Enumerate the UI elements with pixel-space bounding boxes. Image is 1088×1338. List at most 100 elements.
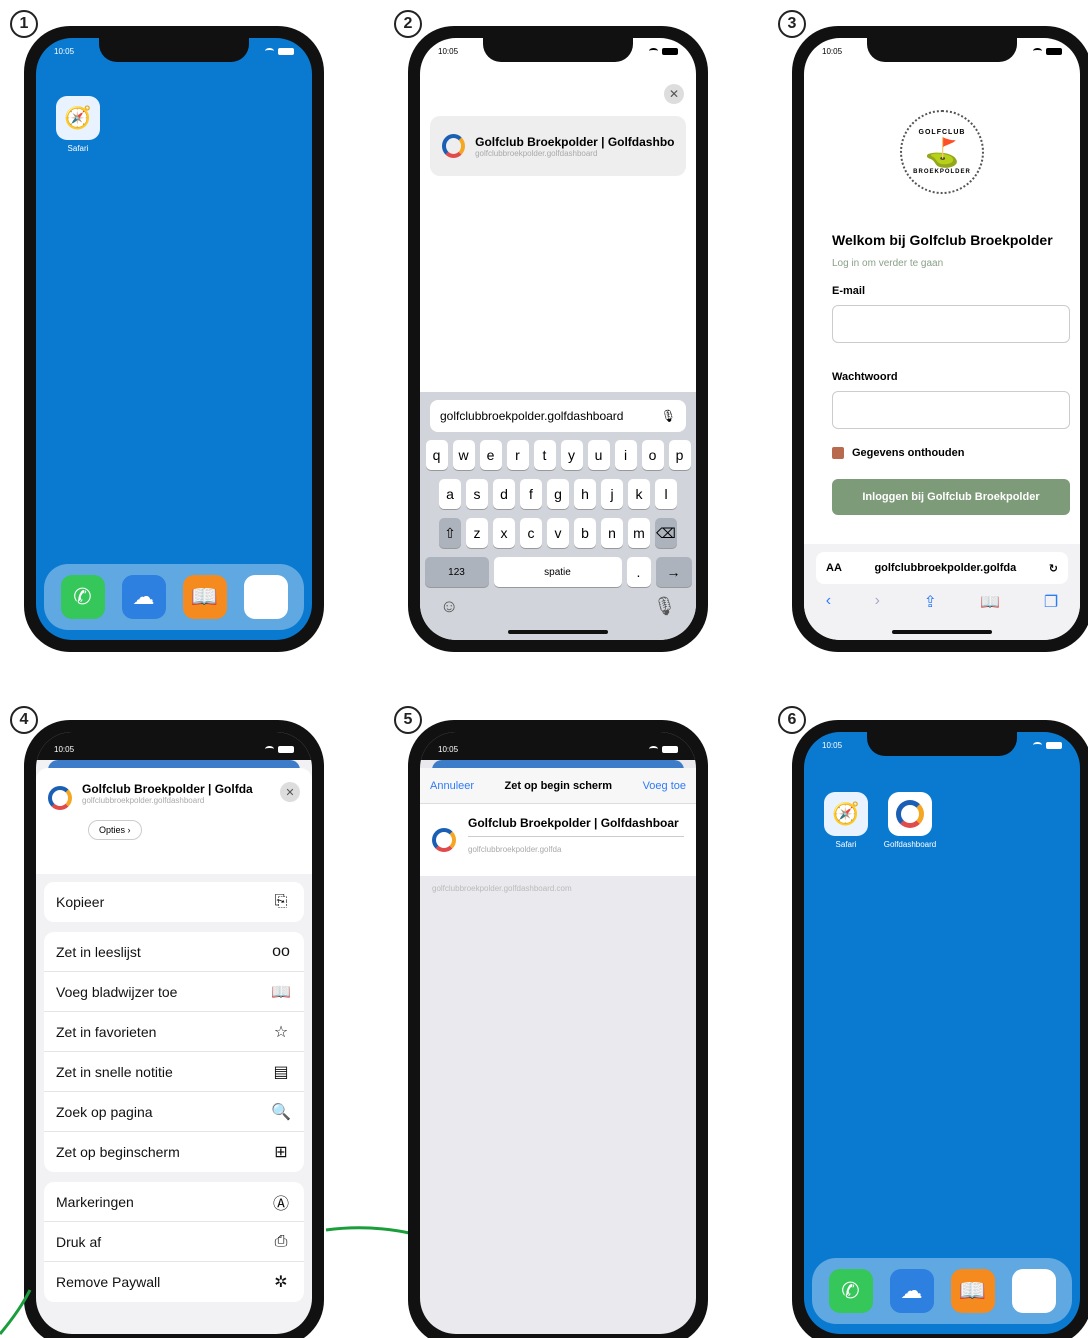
weather-app-icon[interactable]: ☁ [889, 1269, 934, 1313]
nav-buttons: ‹ › ⇪ 📖 ❐ [804, 592, 1080, 612]
step-number-4: 4 [10, 706, 38, 734]
reload-icon[interactable]: ↻ [1049, 562, 1058, 575]
safari-app-icon[interactable]: 🧭 [56, 96, 100, 140]
key-x[interactable]: x [493, 518, 515, 548]
tabs-icon[interactable]: ❐ [1044, 592, 1058, 612]
close-icon[interactable]: ✕ [280, 782, 300, 802]
add-button[interactable]: Voeg toe [643, 780, 686, 792]
key-h[interactable]: h [574, 479, 596, 509]
bookmarks-icon[interactable]: 📖 [980, 592, 1000, 612]
wifi-icon [265, 746, 274, 752]
keyboard-area: golfclubbroekpolder.golfdashboard 🎙 qwer… [420, 392, 696, 640]
weather-app-icon[interactable]: ☁ [121, 575, 166, 619]
safari-app-icon[interactable]: 🧭 [824, 792, 868, 836]
key-g[interactable]: g [547, 479, 569, 509]
key-i[interactable]: i [614, 440, 637, 470]
key-f[interactable]: f [520, 479, 542, 509]
key-o[interactable]: o [641, 440, 664, 470]
forward-icon[interactable]: › [875, 592, 880, 612]
menu-item-label: Zet in favorieten [56, 1023, 157, 1040]
login-subtitle: Log in om verder te gaan [832, 258, 944, 269]
home-screen-with-shortcut: 10:05 🧭 Safari Golfdashboard ✆ ☁ 📖 ✿ [804, 732, 1080, 1334]
key-t[interactable]: t [533, 440, 556, 470]
key-s[interactable]: s [466, 479, 488, 509]
key-j[interactable]: j [601, 479, 623, 509]
status-time: 10:05 [438, 744, 459, 754]
email-field[interactable] [832, 305, 1070, 343]
home-screen: 10:05 🧭 Safari ✆ ☁ 📖 ✿ [36, 38, 312, 640]
close-icon[interactable]: ✕ [664, 84, 684, 104]
key-q[interactable]: q [425, 440, 448, 470]
photos-app-icon[interactable]: ✿ [1011, 1269, 1056, 1313]
delete-key[interactable]: ⌫ [655, 518, 677, 548]
wifi-icon [649, 48, 658, 54]
menu-item[interactable]: Kopieer ⎘ [44, 882, 304, 922]
login-button[interactable]: Inloggen bij Golfclub Broekpolder [832, 479, 1070, 515]
books-app-icon[interactable]: 📖 [182, 575, 227, 619]
menu-item[interactable]: Zoek op pagina 🔍 [44, 1092, 304, 1132]
options-label: Opties [99, 825, 126, 835]
key-z[interactable]: z [466, 518, 488, 548]
step-number-5: 5 [394, 706, 422, 734]
remember-checkbox[interactable] [832, 447, 844, 459]
share-icon[interactable]: ⇪ [923, 592, 936, 612]
suggestion-url: golfclubbroekpolder.golfdashboard [475, 148, 598, 158]
options-button[interactable]: Opties › [88, 820, 142, 840]
key-c[interactable]: c [520, 518, 542, 548]
go-key[interactable]: → [655, 557, 692, 587]
key-d[interactable]: d [493, 479, 515, 509]
key-w[interactable]: w [452, 440, 475, 470]
menu-item[interactable]: Zet in favorieten ☆ [44, 1012, 304, 1052]
key-p[interactable]: p [668, 440, 691, 470]
key-m[interactable]: m [628, 518, 650, 548]
menu-item-icon: ☆ [273, 1023, 289, 1041]
club-logo: GOLFCLUB ⛳ BROEKPOLDER [900, 110, 984, 194]
space-key[interactable]: spatie [493, 557, 622, 587]
menu-item[interactable]: Zet in snelle notitie ▤ [44, 1052, 304, 1092]
address-bar[interactable]: golfclubbroekpolder.golfdashboard 🎙 [430, 400, 686, 432]
key-u[interactable]: u [587, 440, 610, 470]
menu-item[interactable]: Voeg bladwijzer toe 📖 [44, 972, 304, 1012]
key-e[interactable]: e [479, 440, 502, 470]
address-input[interactable]: golfclubbroekpolder.golfdashboard [440, 409, 623, 423]
url-bar[interactable]: AA golfclubbroekpolder.golfda ↻ [816, 552, 1068, 584]
url-text: golfclubbroekpolder.golfda [874, 562, 1017, 574]
menu-item[interactable]: Zet in leeslijst oo [44, 932, 304, 972]
password-field[interactable] [832, 391, 1070, 429]
cancel-button[interactable]: Annuleer [430, 780, 474, 792]
golfdashboard-app-icon[interactable] [888, 792, 932, 836]
remember-row: Gegevens onthouden [832, 447, 1070, 459]
welcome-heading: Welkom bij Golfclub Broekpolder [832, 232, 1053, 248]
emoji-icon[interactable]: ☺ [440, 596, 458, 617]
menu-item[interactable]: Zet op beginscherm ⊞ [44, 1132, 304, 1172]
key-v[interactable]: v [547, 518, 569, 548]
notch [867, 38, 1017, 62]
name-field[interactable]: Golfclub Broekpolder | Golfdashboar [468, 816, 684, 837]
key-k[interactable]: k [628, 479, 650, 509]
back-icon[interactable]: ‹ [826, 592, 831, 612]
step-number-1: 1 [10, 10, 38, 38]
shift-key[interactable]: ⇧ [439, 518, 461, 548]
text-size-button[interactable]: AA [826, 562, 842, 574]
phone-app-icon[interactable]: ✆ [828, 1269, 873, 1313]
phone-app-icon[interactable]: ✆ [60, 575, 105, 619]
key-n[interactable]: n [601, 518, 623, 548]
key-r[interactable]: r [506, 440, 529, 470]
microphone-icon[interactable]: 🎙 [661, 409, 676, 423]
key-b[interactable]: b [574, 518, 596, 548]
menu-item-icon: ⎘ [274, 893, 288, 910]
key-a[interactable]: a [439, 479, 461, 509]
dictation-icon[interactable]: 🎙 [653, 596, 676, 617]
photos-app-icon[interactable]: ✿ [243, 575, 288, 619]
period-key[interactable]: . [626, 557, 651, 587]
key-l[interactable]: l [655, 479, 677, 509]
remember-label: Gegevens onthouden [852, 447, 965, 459]
password-label: Wachtwoord [832, 371, 898, 383]
bookmark-card: Golfclub Broekpolder | Golfdashboar golf… [420, 804, 696, 876]
safari-label: Safari [835, 840, 857, 849]
key-y[interactable]: y [560, 440, 583, 470]
numbers-key[interactable]: 123 [424, 557, 489, 587]
battery-icon [1046, 741, 1062, 749]
books-app-icon[interactable]: 📖 [950, 1269, 995, 1313]
suggestion-card[interactable]: Golfclub Broekpolder | Golfdashboar golf… [430, 116, 686, 176]
